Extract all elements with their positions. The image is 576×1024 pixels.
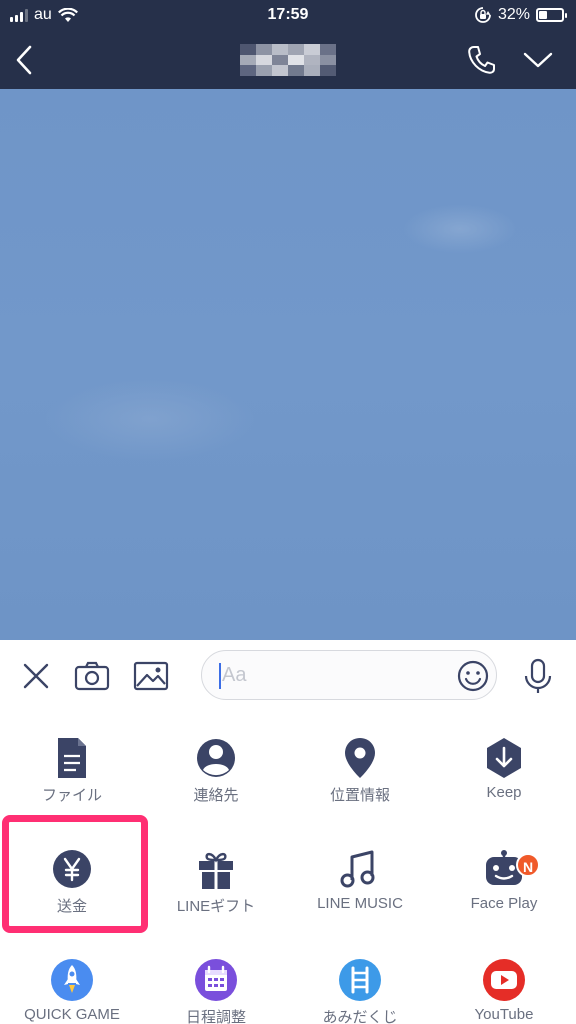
- phone-icon[interactable]: [466, 44, 496, 76]
- battery-icon: [536, 8, 567, 22]
- menu-item-file[interactable]: ファイル: [0, 712, 144, 822]
- menu-item-keep[interactable]: Keep: [432, 712, 576, 822]
- ladder-icon: [339, 959, 381, 1001]
- image-icon[interactable]: [133, 658, 169, 694]
- menu-item-label: ファイル: [41, 787, 102, 804]
- rocket-icon: [51, 959, 93, 1001]
- menu-item-label: LINE MUSIC: [317, 895, 403, 912]
- chat-area[interactable]: [0, 89, 576, 640]
- close-icon[interactable]: [18, 658, 54, 694]
- calendar-icon: [195, 959, 237, 1001]
- menu-item-label: 日程調整: [185, 1009, 246, 1024]
- menu-item-quick-game[interactable]: QUICK GAME: [0, 934, 144, 1024]
- message-placeholder: Aa: [222, 664, 247, 686]
- new-badge: N: [516, 853, 540, 877]
- menu-item-label: YouTube: [474, 1006, 534, 1023]
- chat-header: [0, 32, 576, 89]
- camera-icon[interactable]: [74, 658, 110, 694]
- menu-item-label: Keep: [486, 784, 522, 801]
- battery-fill: [539, 11, 547, 19]
- emoji-icon[interactable]: [456, 659, 490, 693]
- menu-item-amidakuji[interactable]: あみだくじ: [288, 934, 432, 1024]
- keep-icon: [487, 738, 521, 778]
- menu-item-face-play[interactable]: N Face Play: [432, 823, 576, 933]
- menu-item-label: Face Play: [470, 895, 538, 912]
- battery-percent: 32%: [497, 6, 530, 23]
- menu-item-schedule[interactable]: 日程調整: [144, 934, 288, 1024]
- text-caret: [219, 663, 221, 689]
- menu-item-label: 位置情報: [329, 787, 390, 804]
- chat-title-pixelated: [240, 44, 336, 76]
- menu-item-line-music[interactable]: LINE MUSIC: [288, 823, 432, 933]
- file-icon: [58, 738, 86, 778]
- menu-item-label: QUICK GAME: [24, 1006, 120, 1023]
- gift-icon: [199, 852, 233, 889]
- status-bar: au 17:59 32%: [0, 0, 576, 32]
- menu-item-youtube[interactable]: YouTube: [432, 934, 576, 1024]
- status-right: 32%: [474, 6, 567, 24]
- menu-item-line-gift[interactable]: LINEギフト: [144, 823, 288, 933]
- contact-icon: [197, 739, 235, 777]
- highlight-frame: [2, 815, 148, 933]
- rotation-lock-icon: [475, 7, 491, 23]
- menu-item-label: あみだくじ: [322, 1009, 398, 1024]
- youtube-icon: [483, 959, 525, 1001]
- menu-item-label: 連絡先: [193, 787, 239, 804]
- menu-item-contact[interactable]: 連絡先: [144, 712, 288, 822]
- chevron-down-icon[interactable]: [522, 48, 554, 72]
- back-arrow-icon[interactable]: [10, 42, 40, 78]
- microphone-icon[interactable]: [520, 658, 556, 694]
- message-input[interactable]: Aa: [201, 650, 497, 700]
- location-pin-icon: [345, 738, 375, 778]
- menu-item-location[interactable]: 位置情報: [288, 712, 432, 822]
- menu-item-label: LINEギフト: [176, 898, 256, 915]
- music-note-icon: [340, 850, 375, 888]
